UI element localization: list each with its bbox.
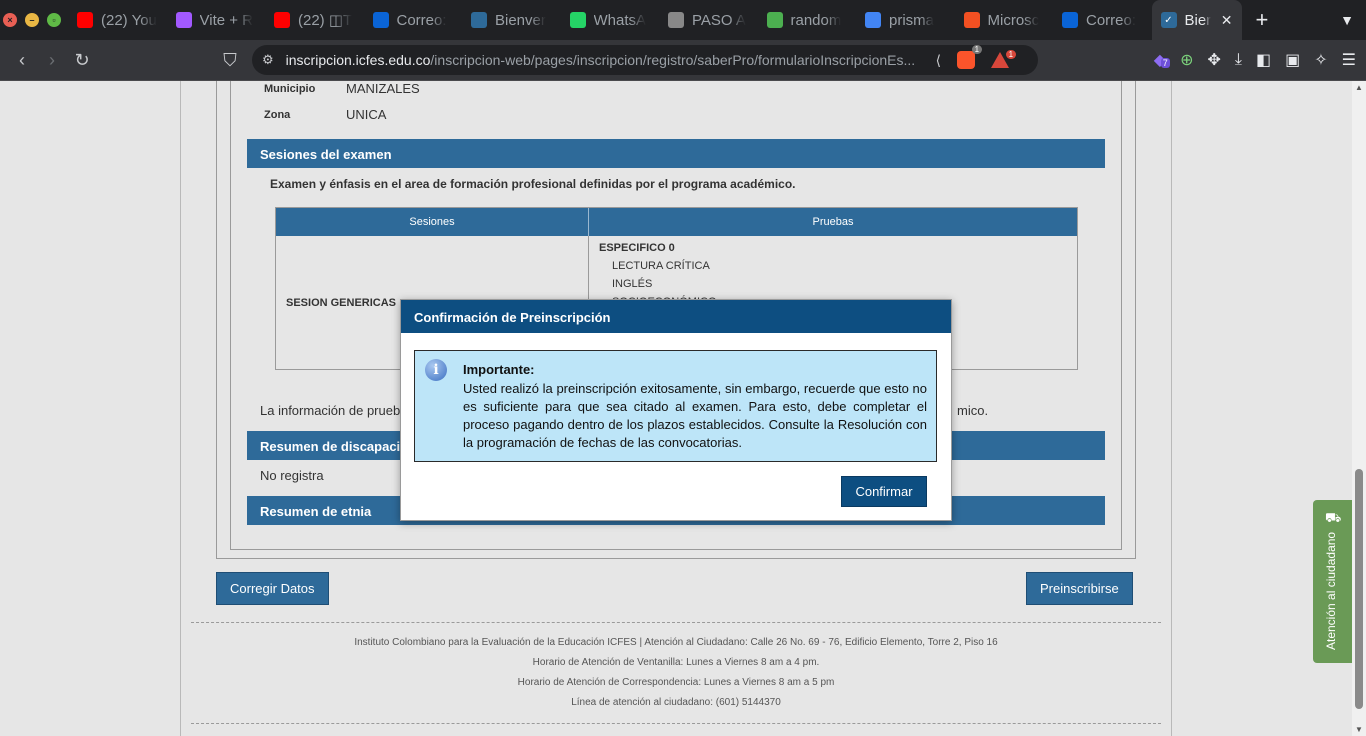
message-body: Usted realizó la preinscripción exitosam… <box>463 381 927 450</box>
info-icon: i <box>425 359 447 381</box>
leo-ai-icon[interactable]: ✧ <box>1314 50 1327 70</box>
extension-badge: 7 <box>1160 58 1170 68</box>
browser-tab[interactable]: prisma <box>856 4 955 36</box>
tab-title: (22) You <box>101 11 157 29</box>
menu-icon[interactable]: ☰ <box>1342 50 1356 70</box>
browser-tab[interactable]: Vite + R <box>167 4 266 36</box>
back-icon[interactable]: ‹ <box>7 50 37 71</box>
youtube-icon <box>274 12 290 28</box>
url-path: /inscripcion-web/pages/inscripcion/regis… <box>430 52 916 68</box>
close-tab-icon[interactable]: ✕ <box>1221 12 1233 29</box>
browser-tab-bar: × – ▫ (22) You Vite + R (22) ◫T Correo: Bien… <box>0 0 1366 40</box>
tab-title: Vite + R <box>199 11 254 29</box>
outlook-icon <box>1062 12 1078 28</box>
browser-tab[interactable]: Microsc <box>955 4 1054 36</box>
microsoft-icon <box>963 12 980 28</box>
window-close-icon[interactable]: × <box>3 13 17 27</box>
confirmation-dialog: Confirmación de Preinscripción i Importa… <box>400 299 952 521</box>
icfes-icon: ✓ <box>1160 12 1177 28</box>
brave-shields-icon[interactable]: 1 <box>957 45 983 69</box>
tab-title: random <box>790 11 842 29</box>
extensions-icon[interactable]: ✥ <box>1208 50 1221 70</box>
tab-title: Correo: <box>396 11 447 29</box>
browser-tab[interactable]: Correo: <box>364 4 463 36</box>
outlook-icon <box>372 12 389 28</box>
tab-strip: (22) You Vite + R (22) ◫T Correo: Bienver Wha… <box>68 4 1152 36</box>
scroll-down-icon[interactable]: ▼ <box>1355 725 1363 734</box>
url-host: inscripcion.icfes.edu.co <box>285 52 431 68</box>
message-title: Importante: <box>463 362 535 377</box>
tab-title: (22) ◫T <box>298 12 353 29</box>
browser-tab[interactable]: PASO A <box>659 4 758 36</box>
wallet-icon[interactable]: ▣ <box>1285 50 1300 70</box>
browser-toolbar: ‹ › ↻ ⛉ ⚙ inscripcion.icfes.edu.co/inscr… <box>0 40 1366 81</box>
tab-title: Bienver <box>495 11 546 29</box>
browser-tab[interactable]: (22) ◫T <box>265 4 364 36</box>
brave-rewards-icon[interactable]: 1 <box>991 50 1017 68</box>
forward-icon[interactable]: › <box>37 50 67 71</box>
browser-tab[interactable]: WhatsA <box>561 4 660 36</box>
alert-badge: 1 <box>1005 50 1017 59</box>
chevron-down-icon[interactable]: ▼ <box>1340 12 1354 28</box>
add-icon[interactable]: ⊕ <box>1180 50 1193 70</box>
vite-icon <box>175 12 192 28</box>
browser-tab[interactable]: Bienver <box>462 4 561 36</box>
tab-title: Microsc <box>987 11 1040 29</box>
url-text[interactable]: inscripcion.icfes.edu.co/inscripcion-web… <box>286 52 926 68</box>
confirm-button[interactable]: Confirmar <box>841 476 927 507</box>
sidebar-icon[interactable]: ◧ <box>1256 50 1271 70</box>
browser-tab[interactable]: Correo: <box>1053 4 1152 36</box>
extension-puzzle-icon[interactable]: ◆ 7 <box>1154 50 1170 70</box>
window-minimize-icon[interactable]: – <box>25 13 39 27</box>
youtube-icon <box>77 12 93 28</box>
browser-tab[interactable]: random <box>758 4 857 36</box>
tab-title: Correo: <box>1086 11 1137 29</box>
globe-icon <box>668 12 684 28</box>
whatsapp-icon <box>569 12 586 28</box>
page-scrollbar[interactable]: ▲ ▼ <box>1352 81 1366 736</box>
download-icon[interactable]: ⤓ <box>1235 51 1242 69</box>
icfes-icon <box>471 12 487 28</box>
share-icon[interactable]: ⟨ <box>936 52 941 69</box>
dialog-title: Confirmación de Preinscripción <box>401 300 951 333</box>
random-icon <box>766 12 783 28</box>
window-controls: × – ▫ <box>0 13 68 27</box>
reload-icon[interactable]: ↻ <box>67 50 97 71</box>
message-box: i Importante: Usted realizó la preinscri… <box>414 350 937 462</box>
new-tab-icon[interactable]: + <box>1256 7 1269 33</box>
scroll-thumb[interactable] <box>1355 469 1363 709</box>
brave-badge: 1 <box>971 45 983 54</box>
google-icon <box>865 12 881 28</box>
tab-title: PASO A <box>692 11 746 29</box>
site-settings-icon[interactable]: ⚙ <box>262 52 274 68</box>
tab-title: prisma <box>889 11 935 29</box>
address-bar[interactable]: ⚙ inscripcion.icfes.edu.co/inscripcion-w… <box>252 45 1038 75</box>
window-maximize-icon[interactable]: ▫ <box>47 13 61 27</box>
tab-title: Bier <box>1184 11 1212 29</box>
tab-title: WhatsA <box>593 11 647 29</box>
scroll-up-icon[interactable]: ▲ <box>1355 83 1363 92</box>
tab-active[interactable]: ✓ Bier ✕ <box>1151 0 1242 40</box>
browser-tab[interactable]: (22) You <box>68 4 167 36</box>
bookmark-icon[interactable]: ⛉ <box>215 50 245 71</box>
